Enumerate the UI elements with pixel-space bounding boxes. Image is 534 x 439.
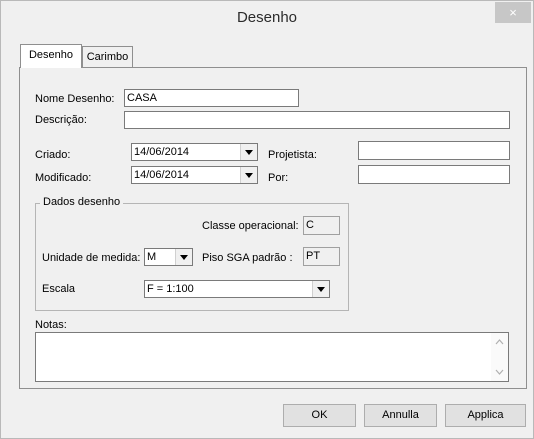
window-title: Desenho (236, 9, 298, 26)
classe-operacional-value: C (303, 216, 340, 235)
unidade-medida-value: M (147, 251, 157, 263)
escala-select[interactable]: F = 1:100 (144, 280, 330, 298)
ok-button[interactable]: OK (283, 404, 356, 427)
modificado-date-value: 14/06/2014 (134, 169, 190, 181)
piso-sga-label: Piso SGA padrão : (202, 252, 293, 264)
close-icon: × (509, 5, 517, 20)
escala-value: F = 1:100 (147, 283, 194, 295)
criado-date-value: 14/06/2014 (134, 146, 190, 158)
criado-label: Criado: (35, 149, 71, 161)
unidade-medida-dropdown-button[interactable] (175, 249, 192, 265)
projetista-label: Projetista: (268, 149, 317, 161)
nome-desenho-input[interactable]: CASA (124, 89, 299, 107)
modificado-date-picker[interactable]: 14/06/2014 (131, 166, 258, 184)
dialog-window: Desenho × Desenho Carimbo Nome Desenho: … (0, 0, 534, 439)
applica-button[interactable]: Applica (445, 404, 526, 427)
title-bar: Desenho × (1, 1, 533, 37)
descricao-input[interactable] (124, 111, 510, 129)
notas-scrollbar[interactable] (491, 333, 508, 381)
por-input[interactable] (358, 165, 510, 184)
notas-label: Notas: (35, 319, 67, 331)
scroll-up-icon[interactable] (495, 339, 504, 345)
chevron-down-icon (180, 255, 188, 260)
escala-dropdown-button[interactable] (312, 281, 329, 297)
chevron-down-icon (245, 150, 253, 155)
descricao-label: Descrição: (35, 114, 87, 126)
tab-desenho[interactable]: Desenho (20, 44, 82, 68)
escala-label: Escala (42, 283, 76, 295)
modificado-dropdown-button[interactable] (240, 167, 257, 183)
tab-desenho-label: Desenho (28, 49, 74, 61)
annulla-button[interactable]: Annulla (364, 404, 437, 427)
close-button[interactable]: × (495, 2, 531, 23)
por-label: Por: (268, 172, 289, 184)
chevron-down-icon (317, 287, 325, 292)
unidade-medida-select[interactable]: M (144, 248, 193, 266)
scroll-down-icon[interactable] (495, 369, 504, 375)
classe-operacional-label: Classe operacional: (202, 220, 299, 232)
nome-desenho-label: Nome Desenho: (35, 93, 115, 105)
projetista-input[interactable] (358, 141, 510, 160)
tab-carimbo-label: Carimbo (86, 51, 129, 63)
tab-carimbo[interactable]: Carimbo (82, 46, 133, 68)
chevron-down-icon (245, 173, 253, 178)
notas-textarea[interactable] (35, 332, 509, 382)
criado-date-picker[interactable]: 14/06/2014 (131, 143, 258, 161)
modificado-label: Modificado: (35, 172, 92, 184)
dados-desenho-legend: Dados desenho (40, 196, 124, 208)
piso-sga-value: PT (303, 247, 340, 266)
criado-dropdown-button[interactable] (240, 144, 257, 160)
unidade-medida-label: Unidade de medida: (42, 252, 141, 264)
